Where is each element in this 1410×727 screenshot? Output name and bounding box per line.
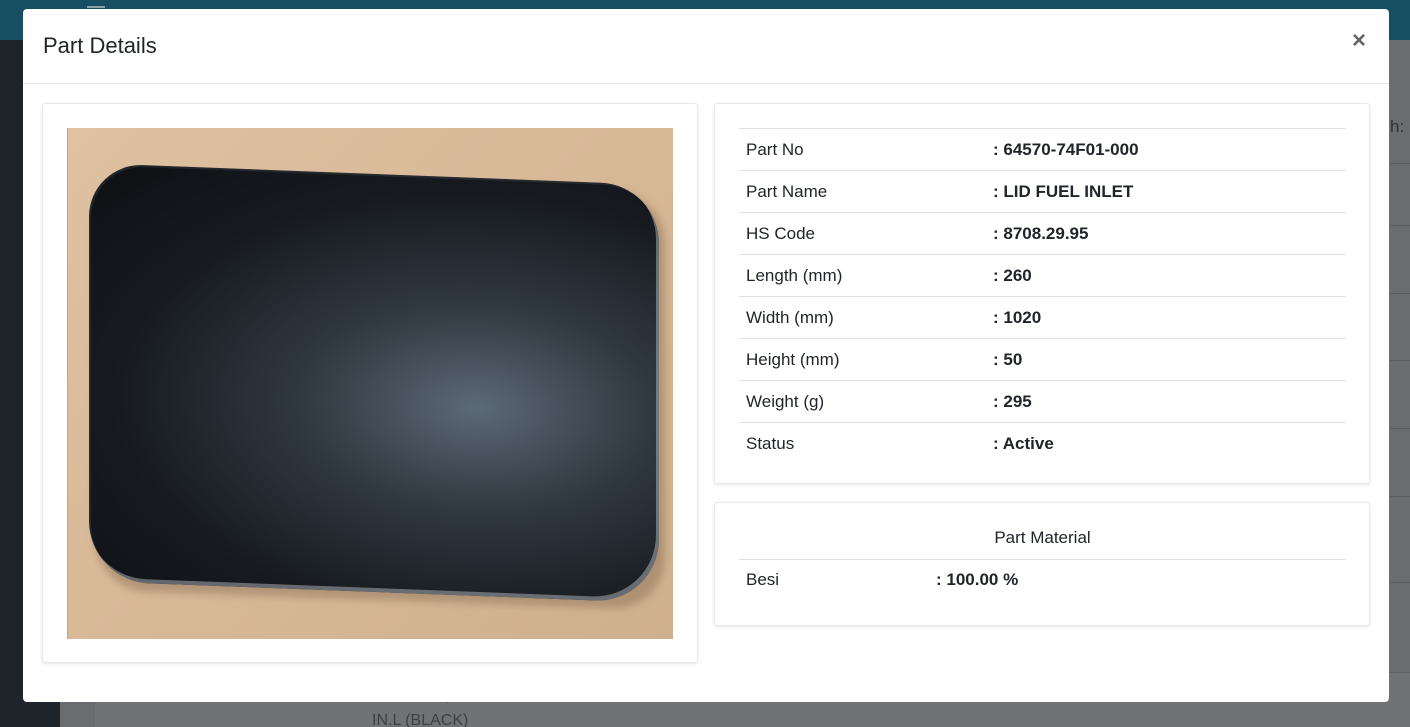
detail-row-weight: Weight (g) : 295 [739,381,1346,423]
cardboard-crease [67,128,68,639]
material-name: Besi [746,570,780,589]
status-value: : Active [993,434,1054,453]
background-divider [1390,163,1410,164]
part-details-modal: Part Details × Part No : 64570-74F01-000… [23,9,1389,702]
detail-label: Length (mm) [746,266,843,285]
background-cell: IN.L (BLACK) [372,712,469,727]
detail-value: : 64570-74F01-000 [993,140,1139,159]
background-search-label: h: [1390,117,1405,136]
part-image-card [42,103,698,663]
detail-value: : 295 [993,392,1032,411]
detail-label: Part No [746,140,804,159]
part-details-card: Part No : 64570-74F01-000 Part Name : LI… [714,103,1370,484]
part-photo [67,128,673,639]
detail-value: : 1020 [993,308,1042,327]
detail-row-status: Status : Active [739,423,1346,464]
material-header: Part Material [739,527,1346,560]
detail-value: : 260 [993,266,1032,285]
detail-value: : 50 [993,350,1023,369]
background-divider [1390,360,1410,361]
material-percentage: : 100.00 % [936,570,1019,589]
detail-label: Width (mm) [746,308,834,327]
detail-value: : LID FUEL INLET [993,182,1134,201]
background-divider [1390,428,1410,429]
detail-row-part-name: Part Name : LID FUEL INLET [739,171,1346,213]
detail-row-part-no: Part No : 64570-74F01-000 [739,129,1346,171]
background-divider [1390,225,1410,226]
detail-label: HS Code [746,224,815,243]
part-material-card: Part Material Besi : 100.00 % [714,502,1370,626]
detail-row-length: Length (mm) : 260 [739,255,1346,297]
detail-label: Weight (g) [746,392,825,411]
fuel-lid-photo-icon [89,163,659,603]
detail-label: Status [746,434,795,453]
detail-row-height: Height (mm) : 50 [739,339,1346,381]
detail-label: Height (mm) [746,350,840,369]
background-divider [1390,496,1410,497]
detail-label: Part Name [746,182,828,201]
detail-value: : 8708.29.95 [993,224,1089,243]
details-table: Part No : 64570-74F01-000 Part Name : LI… [739,128,1346,464]
background-divider [1390,293,1410,294]
modal-header: Part Details × [23,9,1389,84]
background-divider [1390,582,1410,583]
menu-icon [87,0,105,8]
detail-row-hs-code: HS Code : 8708.29.95 [739,213,1346,255]
modal-title: Part Details [43,33,157,58]
close-button[interactable]: × [1349,29,1369,53]
detail-row-width: Width (mm) : 1020 [739,297,1346,339]
